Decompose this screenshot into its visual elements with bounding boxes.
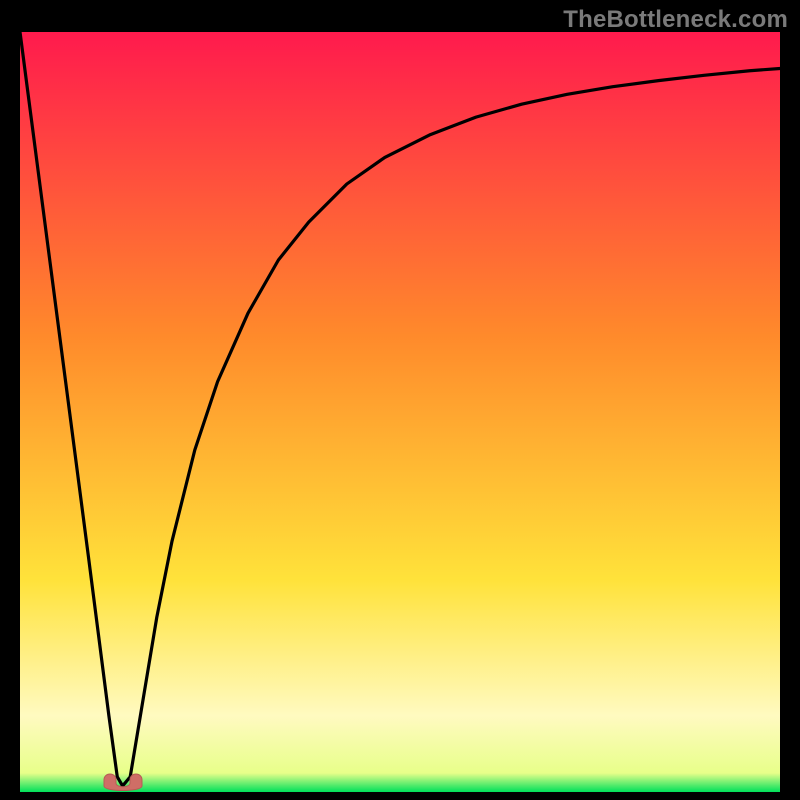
chart-frame (20, 32, 780, 792)
watermark-text: TheBottleneck.com (563, 6, 788, 34)
chart-plot (20, 32, 780, 792)
gradient-rect (20, 32, 780, 792)
